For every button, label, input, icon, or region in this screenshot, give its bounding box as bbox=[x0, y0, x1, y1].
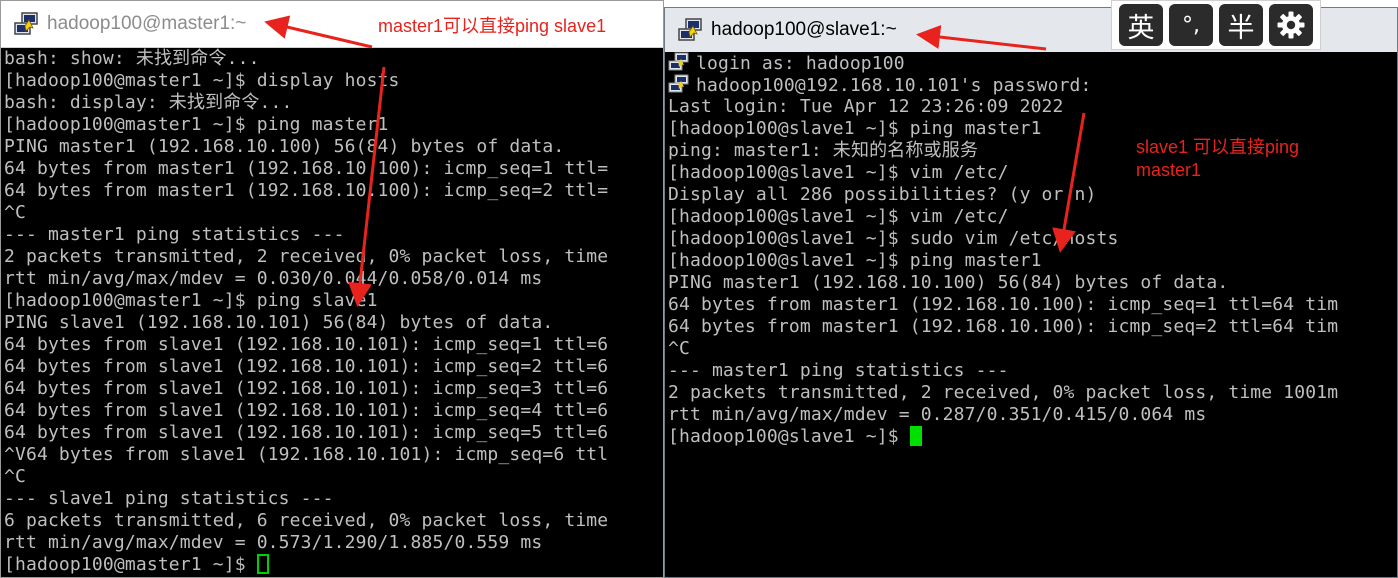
master-annotation: master1可以直接ping slave1 bbox=[378, 16, 607, 36]
terminal-line: 64 bytes from slave1 (192.168.10.101): i… bbox=[4, 356, 609, 377]
terminal-line-text: login as: hadoop100 bbox=[696, 53, 905, 74]
master1-terminal-output[interactable]: bash: show: 未找到命令... [hadoop100@master1 … bbox=[1, 48, 663, 577]
terminal-line: 64 bytes from slave1 (192.168.10.101): i… bbox=[4, 378, 609, 399]
terminal-line: bash: show: 未找到命令... bbox=[4, 48, 260, 69]
terminal-line: [hadoop100@slave1 ~]$ ping master1 bbox=[668, 250, 1042, 271]
terminal-line: 64 bytes from master1 (192.168.10.100): … bbox=[4, 158, 609, 179]
gear-icon bbox=[1277, 11, 1305, 39]
terminal-prompt-line[interactable]: [hadoop100@master1 ~]$ bbox=[4, 554, 663, 576]
terminal-line: PING slave1 (192.168.10.101) 56(84) byte… bbox=[4, 312, 554, 333]
terminal-line: --- master1 ping statistics --- bbox=[668, 360, 1009, 381]
terminal-line: login as: hadoop100 bbox=[668, 52, 1397, 74]
master1-terminal-window[interactable]: hadoop100@master1:~ bash: show: 未找到命令...… bbox=[0, 0, 664, 578]
slave-annotation-line1: slave1 可以直接ping bbox=[1136, 137, 1300, 157]
ime-width-toggle[interactable]: 半 bbox=[1219, 4, 1263, 46]
terminal-line: --- slave1 ping statistics --- bbox=[4, 488, 334, 509]
terminal-line: [hadoop100@master1 ~]$ ping master1 bbox=[4, 114, 389, 135]
terminal-line: ^V64 bytes from slave1 (192.168.10.101):… bbox=[4, 444, 609, 465]
prompt-text: [hadoop100@slave1 ~]$ bbox=[668, 426, 910, 447]
slave1-window-title: hadoop100@slave1:~ bbox=[711, 19, 897, 40]
ime-settings-button[interactable] bbox=[1269, 4, 1313, 46]
ime-punctuation-toggle[interactable]: °, bbox=[1169, 4, 1213, 46]
ime-toolbar[interactable]: 英 °, 半 bbox=[1111, 0, 1321, 50]
terminal-line: [hadoop100@slave1 ~]$ vim /etc/ bbox=[668, 162, 1009, 183]
terminal-line: Display all 286 possibilities? (y or n) bbox=[668, 184, 1097, 205]
terminal-line-text: hadoop100@192.168.10.101's password: bbox=[696, 75, 1092, 96]
terminal-line: PING master1 (192.168.10.100) 56(84) byt… bbox=[4, 136, 565, 157]
terminal-line: ^C bbox=[4, 202, 26, 223]
terminal-line: bash: display: 未找到命令... bbox=[4, 92, 293, 113]
terminal-line: 6 packets transmitted, 6 received, 0% pa… bbox=[4, 510, 609, 531]
master1-window-title: hadoop100@master1:~ bbox=[47, 13, 247, 34]
putty-icon bbox=[668, 74, 689, 93]
putty-icon bbox=[678, 18, 702, 41]
terminal-line: 64 bytes from slave1 (192.168.10.101): i… bbox=[4, 400, 609, 421]
terminal-line: 64 bytes from slave1 (192.168.10.101): i… bbox=[4, 422, 609, 443]
terminal-line: --- master1 ping statistics --- bbox=[4, 224, 345, 245]
terminal-line: [hadoop100@master1 ~]$ ping slave1 bbox=[4, 290, 378, 311]
terminal-line: rtt min/avg/max/mdev = 0.287/0.351/0.415… bbox=[668, 404, 1207, 425]
text-cursor bbox=[909, 426, 922, 446]
terminal-line: [hadoop100@slave1 ~]$ vim /etc/ bbox=[668, 206, 1009, 227]
terminal-line: PING master1 (192.168.10.100) 56(84) byt… bbox=[668, 272, 1229, 293]
terminal-line: 64 bytes from master1 (192.168.10.100): … bbox=[668, 316, 1339, 337]
prompt-text: [hadoop100@master1 ~]$ bbox=[4, 554, 257, 575]
terminal-line: rtt min/avg/max/mdev = 0.030/0.044/0.058… bbox=[4, 268, 543, 289]
text-cursor bbox=[256, 554, 269, 574]
terminal-prompt-line[interactable]: [hadoop100@slave1 ~]$ bbox=[668, 426, 1397, 448]
ime-language-toggle[interactable]: 英 bbox=[1119, 4, 1163, 46]
terminal-line: 64 bytes from master1 (192.168.10.100): … bbox=[4, 180, 609, 201]
terminal-line: ^C bbox=[668, 338, 690, 359]
putty-icon bbox=[14, 12, 38, 35]
terminal-line: 64 bytes from master1 (192.168.10.100): … bbox=[668, 294, 1339, 315]
terminal-line: 2 packets transmitted, 2 received, 0% pa… bbox=[668, 382, 1339, 403]
terminal-line: [hadoop100@master1 ~]$ display hosts bbox=[4, 70, 400, 91]
putty-icon bbox=[668, 52, 689, 71]
slave1-terminal-output[interactable]: login as: hadoop100 hadoop100@192.168.10… bbox=[665, 52, 1397, 577]
terminal-line: [hadoop100@slave1 ~]$ sudo vim /etc/host… bbox=[668, 228, 1119, 249]
terminal-line: 64 bytes from slave1 (192.168.10.101): i… bbox=[4, 334, 609, 355]
terminal-line: ^C bbox=[4, 466, 26, 487]
terminal-line: Last login: Tue Apr 12 23:26:09 2022 bbox=[668, 96, 1064, 117]
terminal-line: 2 packets transmitted, 2 received, 0% pa… bbox=[4, 246, 609, 267]
terminal-line: hadoop100@192.168.10.101's password: bbox=[668, 74, 1397, 96]
terminal-line: rtt min/avg/max/mdev = 0.573/1.290/1.885… bbox=[4, 532, 543, 553]
slave1-terminal-window[interactable]: hadoop100@slave1:~ login as: hadoop100 h… bbox=[664, 7, 1398, 578]
slave-annotation-line2: master1 bbox=[1136, 160, 1202, 180]
